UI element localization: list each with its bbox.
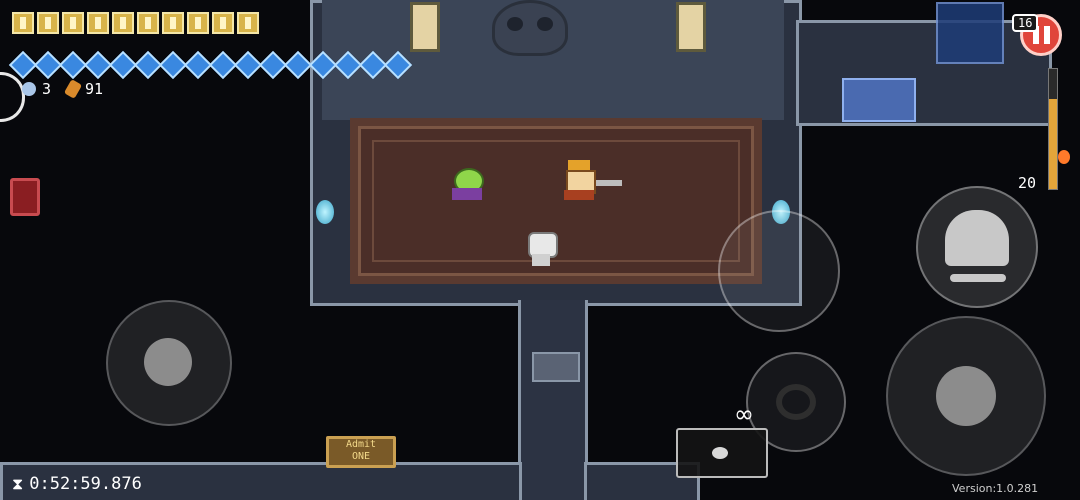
goblin-enemy	[448, 164, 484, 200]
timer-display: ⧗ 0:52:59.876	[12, 474, 142, 494]
skull-emblem	[492, 0, 568, 56]
corridor-door	[532, 352, 580, 382]
fire-torch	[1058, 150, 1070, 164]
health-cell	[137, 12, 159, 34]
resources: 3 91	[22, 79, 104, 99]
key-icon	[22, 82, 36, 96]
carpet	[350, 118, 762, 284]
health-cell	[187, 12, 209, 34]
interact-button[interactable]	[718, 210, 840, 332]
ammo-gauge-fill	[1049, 99, 1057, 189]
sign-line-2: ONE	[351, 451, 371, 462]
current-weapon-slot[interactable]	[676, 428, 768, 478]
wall-banner	[676, 2, 706, 52]
active-item-card[interactable]	[10, 178, 40, 216]
health-cell	[87, 12, 109, 34]
admit-one-sign: Admit ONE	[326, 436, 396, 468]
hourglass-icon: ⧗	[12, 474, 24, 493]
shells-count: 91	[85, 80, 104, 98]
armor-bar	[8, 50, 413, 80]
minimap[interactable]	[936, 2, 1004, 64]
king-npc	[560, 160, 622, 200]
infinite-ammo-label: ∞	[734, 400, 754, 428]
version-label: Version:1.0.281	[952, 482, 1039, 495]
ghost-icon	[945, 210, 1009, 266]
health-cell	[237, 12, 259, 34]
dodge-roll-button[interactable]	[916, 186, 1038, 308]
health-cell	[162, 12, 184, 34]
torch-light	[316, 200, 334, 224]
health-cell	[62, 12, 84, 34]
run-timer: 0:52:59.876	[29, 474, 142, 494]
game-screen: Admit ONE 3 91 16 20 ∞ ⧗ 0:52:59.876 Ver…	[0, 0, 1080, 500]
weapon-icon	[712, 447, 728, 459]
health-cell	[112, 12, 134, 34]
health-bar	[12, 12, 259, 34]
keys-count: 3	[42, 80, 52, 98]
health-cell	[12, 12, 34, 34]
aim-joystick[interactable]	[886, 316, 1046, 476]
side-room-altar	[842, 78, 916, 122]
shell-casing-icon	[63, 79, 83, 99]
move-joystick-knob[interactable]	[144, 338, 192, 386]
armor-cell	[383, 50, 413, 80]
south-corridor	[518, 300, 588, 500]
ammo-gauge	[1048, 68, 1058, 190]
health-cell	[212, 12, 234, 34]
reload-icon	[776, 384, 816, 420]
sign-line-1: Admit	[345, 439, 377, 450]
pause-badge: 16	[1012, 14, 1039, 32]
ammo-count: 20	[1018, 174, 1037, 192]
player-character	[526, 232, 558, 268]
health-cell	[37, 12, 59, 34]
move-joystick[interactable]	[106, 300, 232, 426]
roll-shadow	[950, 274, 1006, 282]
aim-joystick-knob[interactable]	[936, 366, 996, 426]
side-room-wall	[796, 20, 1052, 126]
wall-banner	[410, 2, 440, 52]
